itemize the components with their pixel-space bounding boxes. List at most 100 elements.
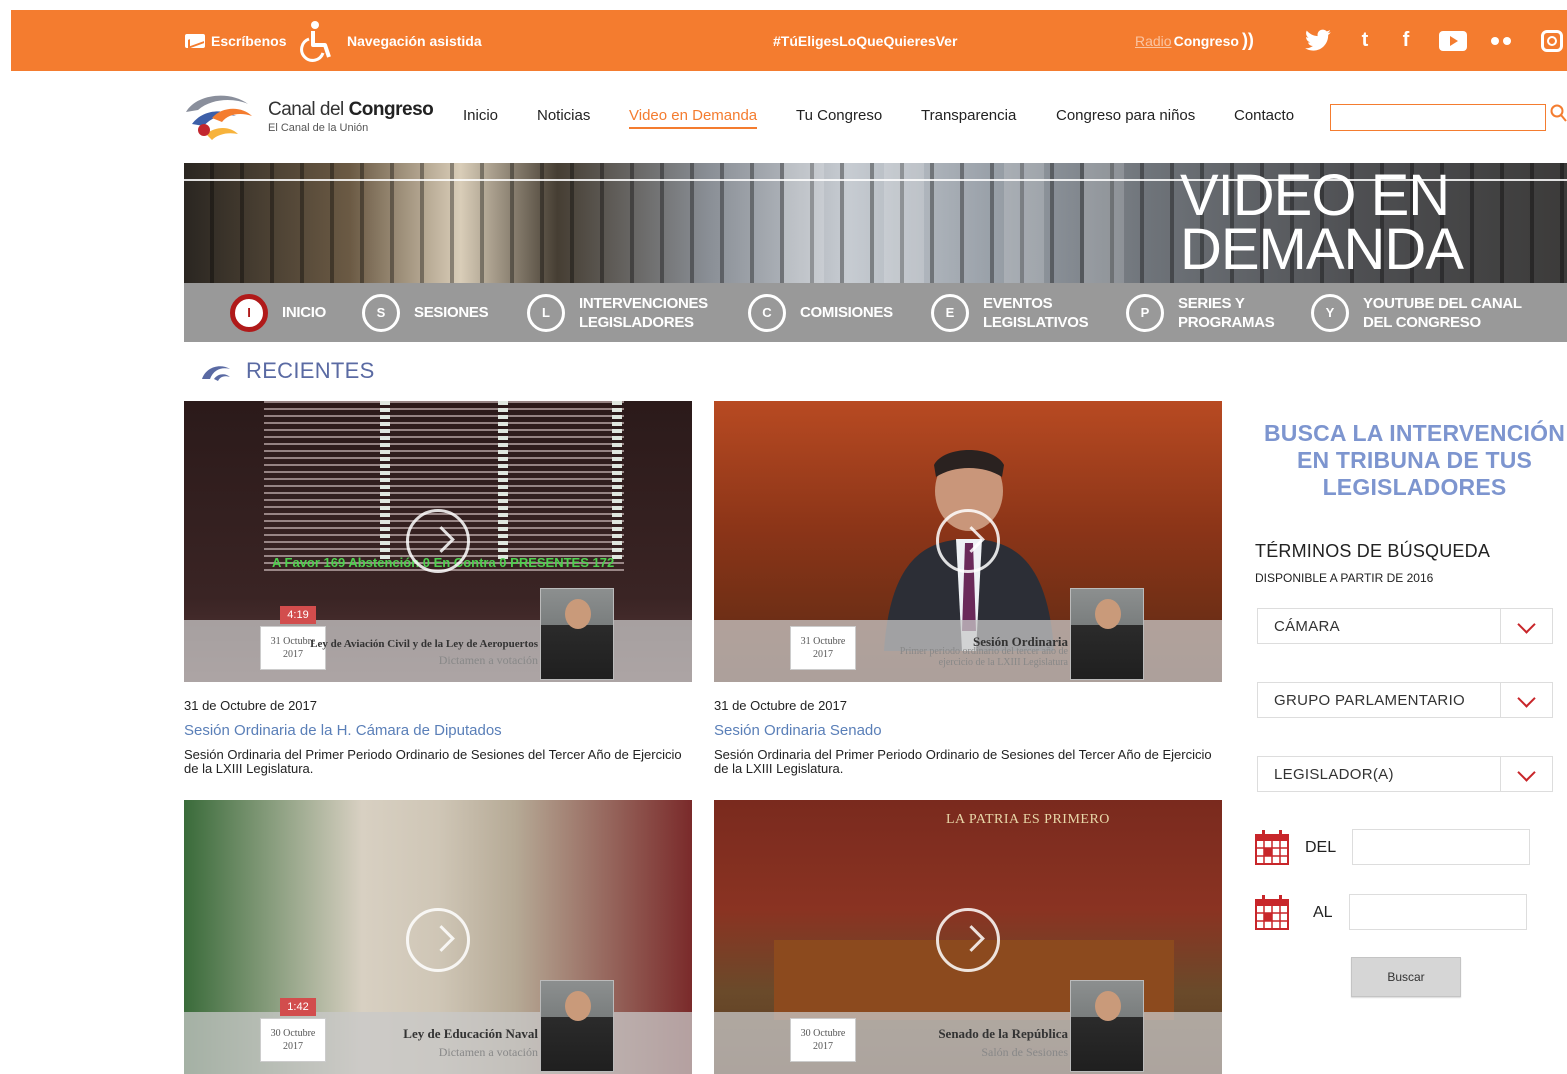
video-thumbnail[interactable]: 1:42 30 Octubre 2017 Ley de Educación Na…	[184, 800, 692, 1074]
video-title-link[interactable]: Sesión Ordinaria Senado	[714, 722, 1222, 739]
section-item-intervenciones[interactable]: L INTERVENCIONES LEGISLADORES	[527, 283, 708, 342]
radio-label: Radio	[1135, 32, 1172, 49]
flickr-link[interactable]	[1491, 10, 1511, 71]
grupo-parlamentario-select[interactable]: GRUPO PARLAMENTARIO	[1257, 682, 1553, 718]
nav-item-contacto[interactable]: Contacto	[1234, 107, 1294, 124]
section-item-eventos[interactable]: E EVENTOS LEGISLATIVOS	[931, 283, 1089, 342]
section-label: COMISIONES	[800, 304, 893, 321]
legislador-select[interactable]: LEGISLADOR(A)	[1257, 756, 1553, 792]
calendar-icon[interactable]	[1255, 829, 1289, 865]
wheelchair-icon	[300, 20, 331, 62]
date-from-input[interactable]	[1352, 829, 1530, 865]
facebook-link[interactable]: f	[1392, 10, 1420, 71]
play-icon[interactable]	[936, 908, 1000, 972]
nav-item-noticias[interactable]: Noticias	[537, 107, 590, 124]
sign-language-interpreter	[1070, 588, 1144, 680]
recientes-heading: RECIENTES	[200, 358, 375, 384]
nav-item-inicio[interactable]: Inicio	[463, 107, 498, 124]
radio-waves-icon: ))	[1241, 30, 1254, 50]
date-to-input[interactable]	[1349, 894, 1527, 930]
youtube-link[interactable]	[1439, 10, 1467, 71]
sign-language-interpreter	[540, 980, 614, 1072]
section-series-icon: P	[1126, 293, 1164, 332]
facebook-icon: f	[1402, 29, 1410, 51]
section-menu: I INICIO S SESIONES L INTERVENCIONES LEG…	[184, 283, 1567, 342]
video-title-link[interactable]: Sesión Ordinaria de la H. Cámara de Dipu…	[184, 722, 692, 739]
instagram-link[interactable]	[1541, 10, 1563, 71]
thumbnail-subcaption: Dictamen a votación	[438, 653, 538, 667]
play-icon[interactable]	[406, 509, 470, 573]
date-from-row: DEL	[1255, 829, 1531, 869]
section-youtube-icon: Y	[1311, 293, 1349, 332]
video-thumbnail[interactable]: 31 Octubre 2017 Sesión Ordinaria Primer …	[714, 401, 1222, 682]
vote-board-column	[612, 401, 622, 561]
banner-title: VIDEO EN DEMANDA	[1179, 163, 1464, 282]
sidebar-title: BUSCA LA INTERVENCIÓN EN TRIBUNA DE TUS …	[1263, 420, 1566, 500]
sign-language-interpreter	[1070, 980, 1144, 1072]
canal-congreso-logo-icon	[186, 95, 252, 140]
duration-badge: 4:19	[280, 606, 316, 624]
section-label: INICIO	[282, 304, 327, 321]
wave-logo-icon	[202, 366, 230, 381]
section-eventos-icon: E	[931, 293, 969, 332]
nav-item-video-en-demanda[interactable]: Video en Demanda	[629, 107, 758, 129]
youtube-icon	[1439, 30, 1467, 51]
logo-subtitle: El Canal de la Unión	[268, 121, 369, 134]
hero-banner: VIDEO EN DEMANDA	[184, 163, 1567, 283]
nav-item-transparencia[interactable]: Transparencia	[921, 107, 1016, 124]
section-label: SERIES Y PROGRAMAS	[1178, 294, 1275, 331]
video-date: 31 de Octubre de 2017	[714, 698, 847, 713]
section-item-series[interactable]: P SERIES Y PROGRAMAS	[1126, 283, 1275, 342]
navegacion-asistida-link[interactable]: Navegación asistida	[297, 10, 482, 71]
escribenos-link[interactable]: Escríbenos	[185, 10, 286, 71]
thumbnail-caption: Ley de Aviación Civil y de la Ley de Aer…	[310, 638, 538, 650]
video-thumbnail[interactable]: LA PATRIA ES PRIMERO 30 Octubre 2017 Sen…	[714, 800, 1222, 1074]
nav-item-congreso-para-ninos[interactable]: Congreso para niños	[1056, 107, 1195, 124]
chevron-down-icon[interactable]	[1500, 757, 1552, 791]
banner-shelf	[1004, 163, 1044, 283]
buscar-button[interactable]: Buscar	[1351, 957, 1461, 997]
select-value: GRUPO PARLAMENTARIO	[1274, 692, 1466, 709]
logo-title: Canal del Congreso	[268, 98, 434, 120]
terms-title: TÉRMINOS DE BÚSQUEDA	[1255, 541, 1491, 561]
vote-board-column	[498, 401, 508, 561]
sign-language-interpreter	[540, 588, 614, 680]
section-label: SESIONES	[414, 304, 489, 321]
play-icon[interactable]	[936, 509, 1000, 573]
escribenos-label: Escríbenos	[211, 32, 287, 49]
video-card: 1:42 30 Octubre 2017 Ley de Educación Na…	[184, 800, 692, 1074]
thumbnail-caption: Senado de la República	[938, 1026, 1068, 1041]
terms-subtitle: DISPONIBLE A PARTIR DE 2016	[1255, 571, 1434, 585]
section-item-sesiones[interactable]: S SESIONES	[362, 283, 489, 342]
section-item-comisiones[interactable]: C COMISIONES	[748, 283, 893, 342]
instagram-icon	[1541, 29, 1563, 52]
thumbnail-caption: Ley de Educación Naval	[403, 1026, 538, 1041]
tumblr-link[interactable]: t	[1351, 10, 1379, 71]
select-value: LEGISLADOR(A)	[1274, 766, 1394, 783]
section-item-youtube[interactable]: Y YOUTUBE DEL CANAL DEL CONGRESO	[1311, 283, 1522, 342]
al-label: AL	[1313, 904, 1333, 921]
duration-badge: 1:42	[280, 998, 316, 1016]
play-icon[interactable]	[406, 908, 470, 972]
section-item-inicio[interactable]: I INICIO	[230, 283, 326, 342]
twitter-icon	[1305, 29, 1331, 51]
video-card: A Favor 169 Abstención 0 En Contra 0 PRE…	[184, 401, 692, 776]
thumbnail-subcaption: Dictamen a votación	[438, 1045, 538, 1059]
radio-congreso-link[interactable]: Radio Congreso ))	[1135, 10, 1254, 71]
chevron-down-icon[interactable]	[1500, 609, 1552, 643]
section-inicio-icon: I	[230, 293, 268, 332]
thumbnail-date-box: 30 Octubre 2017	[260, 1018, 326, 1062]
flickr-icon	[1491, 36, 1511, 45]
search-icon[interactable]	[1550, 104, 1567, 124]
nav-item-tu-congreso[interactable]: Tu Congreso	[796, 107, 882, 124]
chevron-down-icon[interactable]	[1500, 683, 1552, 717]
video-thumbnail[interactable]: A Favor 169 Abstención 0 En Contra 0 PRE…	[184, 401, 692, 682]
twitter-link[interactable]	[1304, 10, 1332, 71]
banner-shelf	[884, 163, 924, 283]
calendar-icon[interactable]	[1255, 894, 1289, 930]
video-description: Sesión Ordinaria del Primer Periodo Ordi…	[184, 747, 682, 776]
camara-select[interactable]: CÁMARA	[1257, 608, 1553, 644]
site-logo[interactable]: Canal del Congreso El Canal de la Unión	[182, 88, 434, 144]
search-input[interactable]	[1330, 104, 1546, 131]
banner-shelf	[784, 163, 824, 283]
